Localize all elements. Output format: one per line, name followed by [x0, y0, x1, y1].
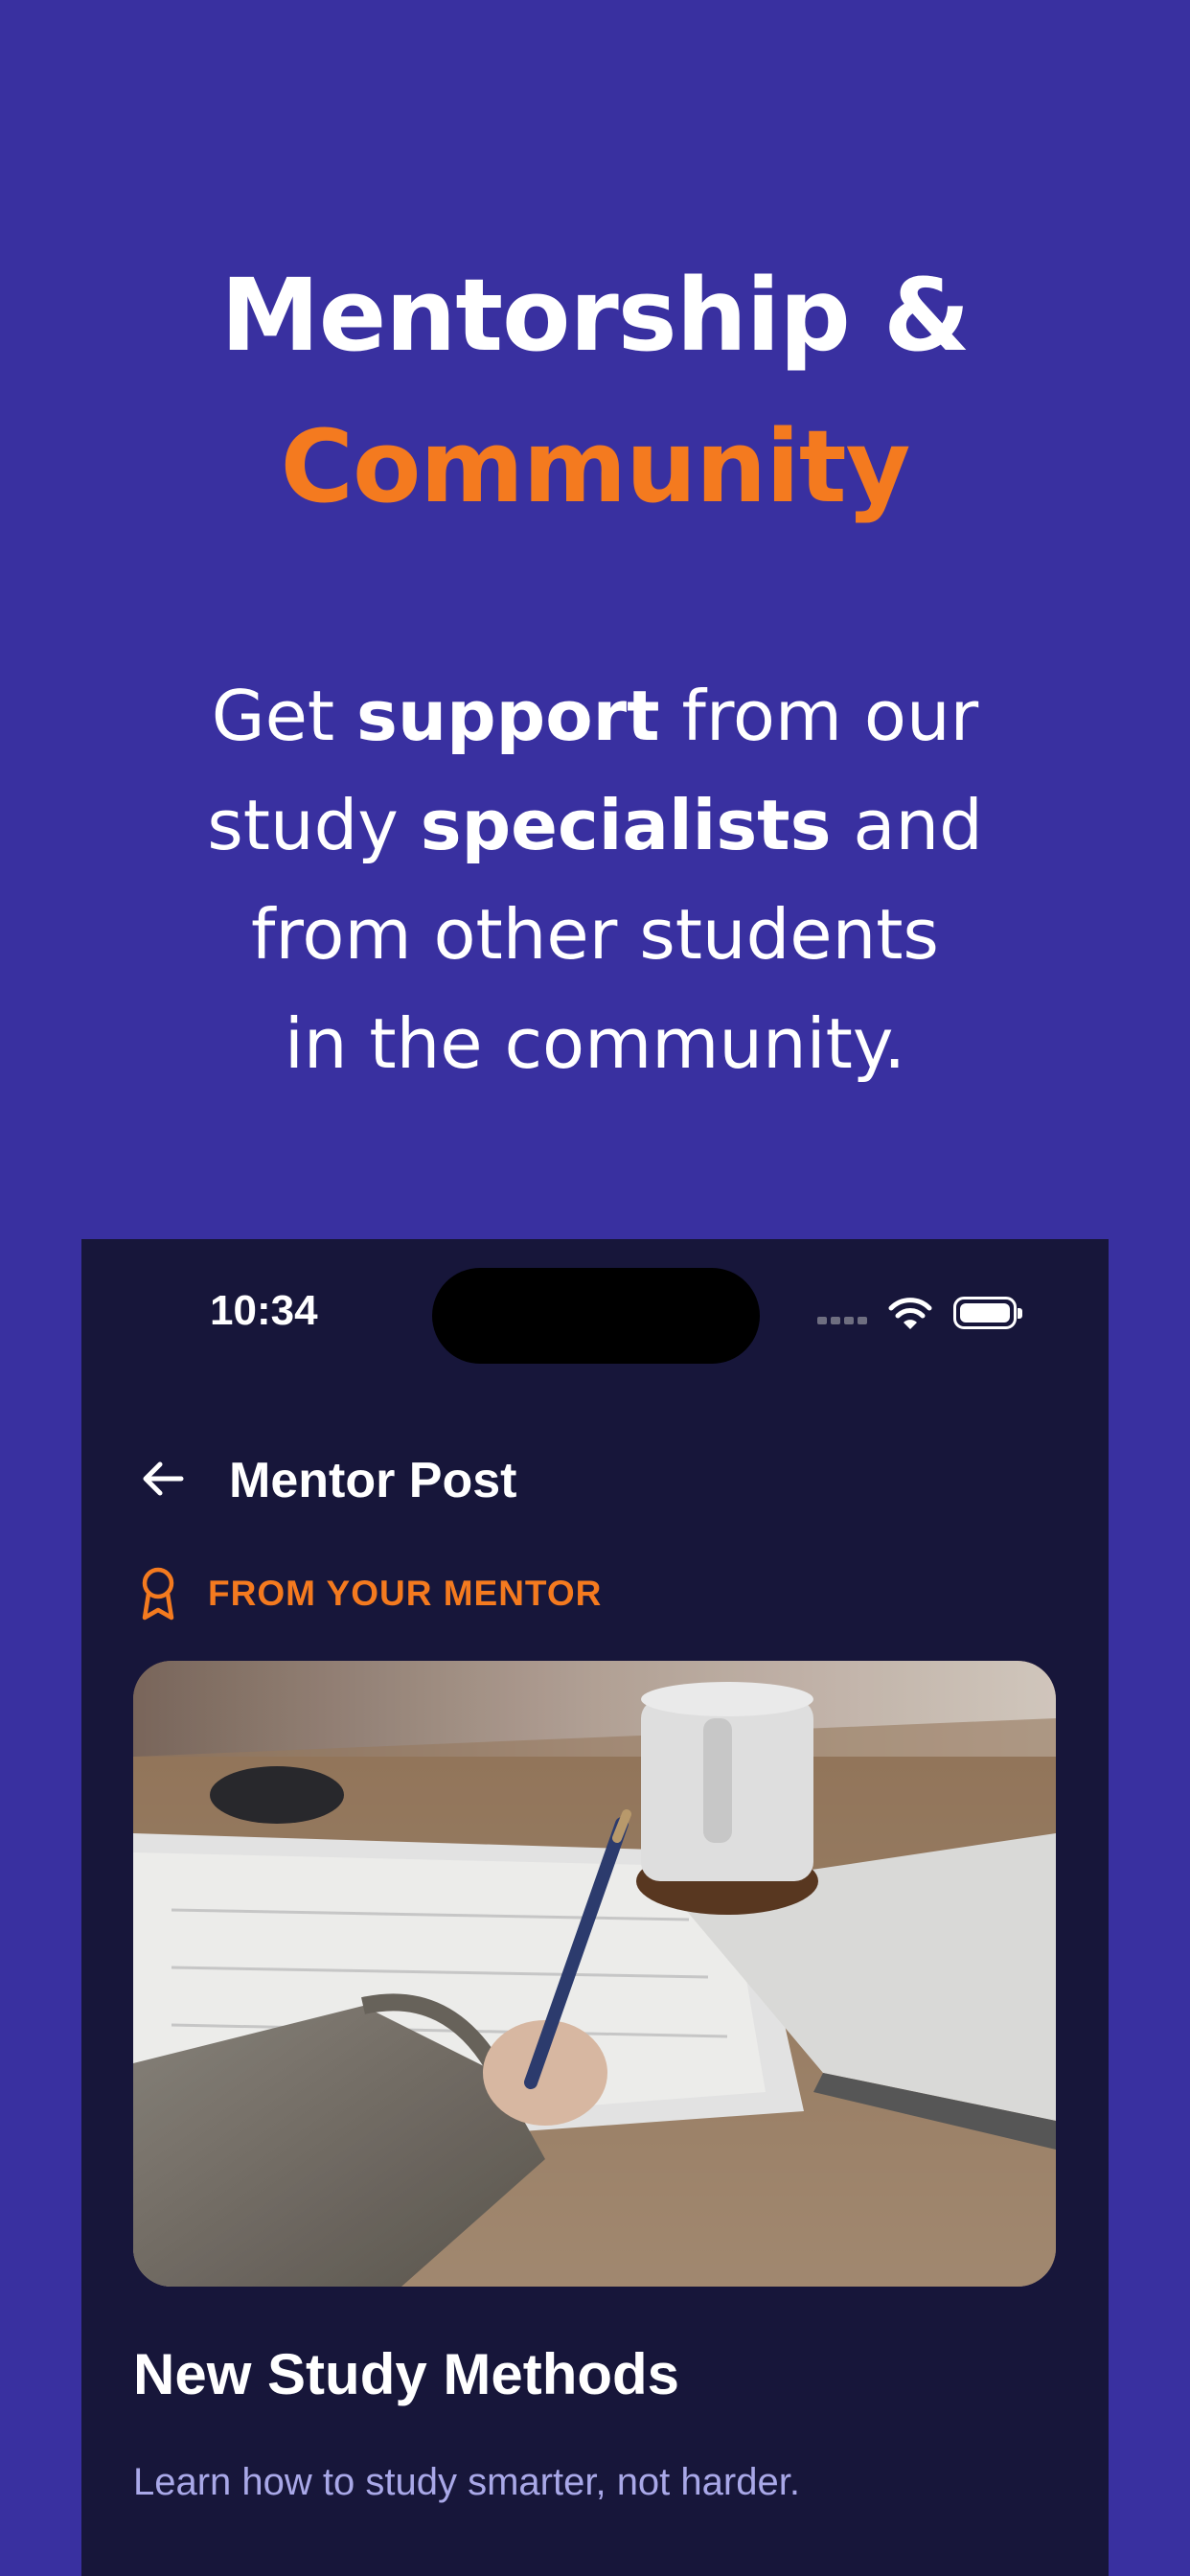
study-photo	[133, 1661, 1056, 2287]
subtext-text: study	[207, 785, 421, 865]
subtext-text: and	[831, 785, 983, 865]
subtext-line-4: in the community.	[284, 1003, 906, 1084]
headline: Mentorship & Community	[0, 240, 1190, 542]
subtext-line-3: from other students	[251, 894, 939, 975]
back-arrow-icon[interactable]	[135, 1450, 193, 1507]
nav-title: Mentor Post	[229, 1453, 517, 1508]
headline-line-2: Community	[280, 408, 911, 525]
status-icons	[817, 1295, 1028, 1333]
mentor-tag: FROM YOUR MENTOR	[139, 1565, 602, 1622]
dynamic-island	[432, 1268, 760, 1364]
wifi-icon	[888, 1298, 932, 1329]
subtext-text: Get	[211, 676, 356, 756]
subtext: Get support from our study specialists a…	[164, 661, 1026, 1098]
mentor-tag-label: FROM YOUR MENTOR	[208, 1574, 603, 1613]
award-ribbon-icon	[142, 1567, 174, 1621]
subtext-emphasis: support	[356, 676, 660, 756]
post-description: Learn how to study smarter, not harder.	[133, 2461, 800, 2503]
subtext-line-1: Get support from our	[164, 661, 1026, 770]
headline-line-1: Mentorship &	[220, 257, 970, 374]
signal-dots-icon	[817, 1312, 871, 1324]
subtext-line-2: study specialists and	[164, 770, 1026, 880]
subtext-emphasis: specialists	[420, 785, 832, 865]
battery-icon	[953, 1297, 1022, 1329]
subtext-text: from our	[659, 676, 979, 756]
status-time: 10:34	[210, 1287, 318, 1334]
post-title[interactable]: New Study Methods	[133, 2341, 679, 2407]
phone-mockup: 10:34 Mentor Post FROM YOUR MENTOR New S…	[81, 1239, 1109, 2576]
post-image[interactable]	[133, 1661, 1056, 2287]
